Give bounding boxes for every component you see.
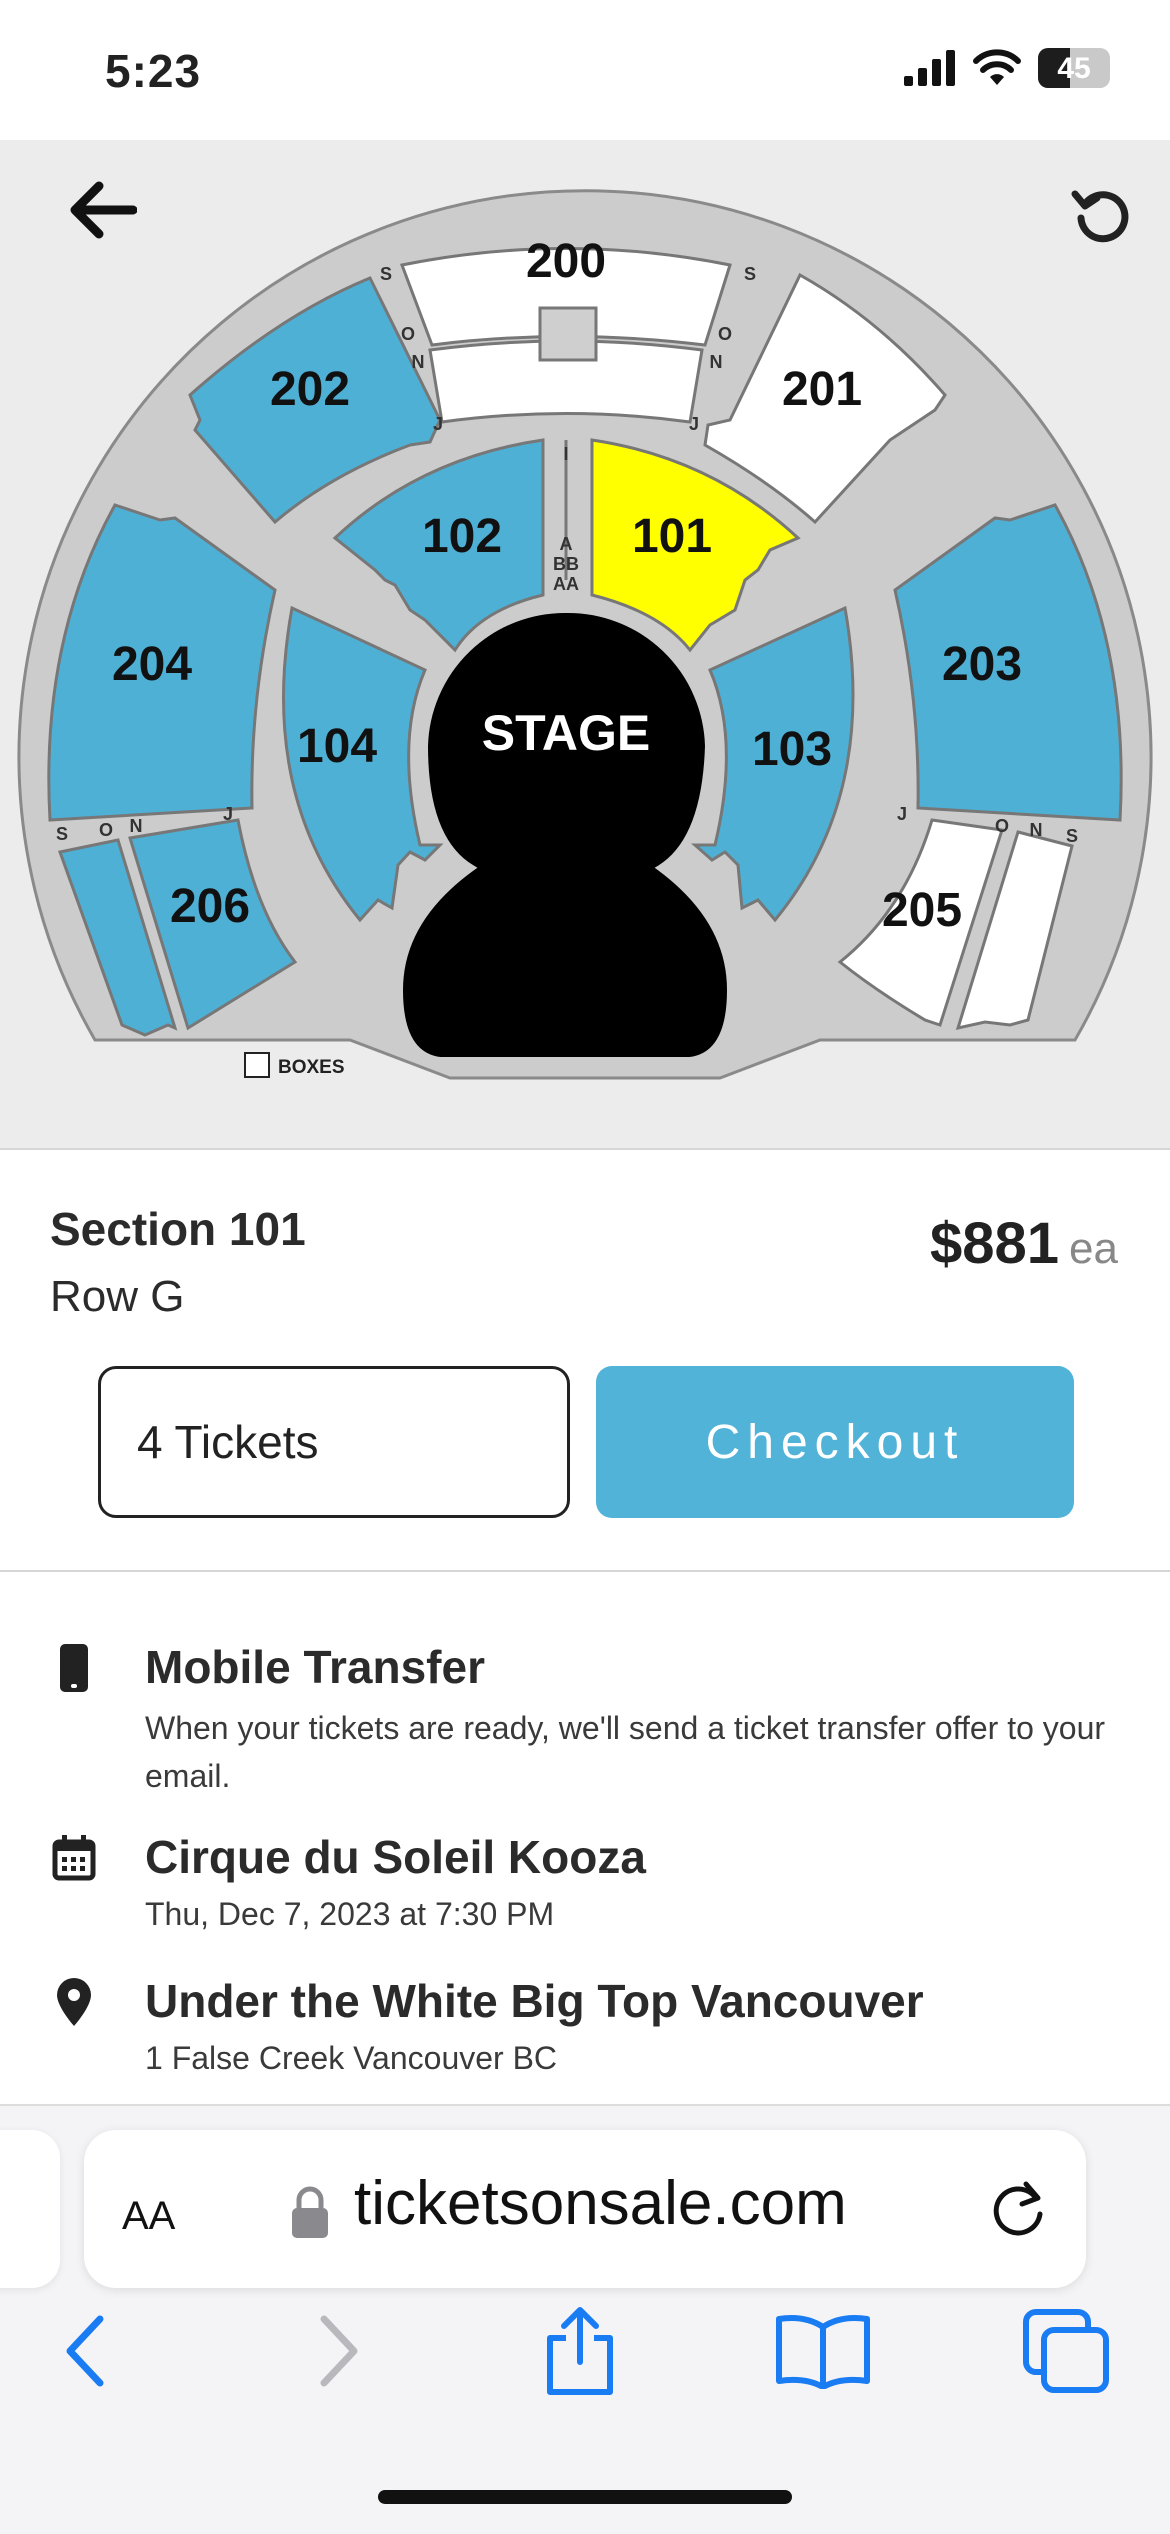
back-button[interactable] (62, 170, 142, 250)
row-label-i: I (563, 444, 568, 464)
rotate-icon (1071, 190, 1129, 243)
tabs-icon (1023, 2309, 1109, 2393)
label-203: 203 (942, 638, 1022, 691)
label-200: 200 (526, 235, 606, 288)
row-label-n: N (710, 352, 723, 372)
status-bar: 5:23 45 (0, 0, 1170, 140)
stage-label: STAGE (482, 705, 651, 761)
seat-map-area: 200 202 201 204 203 206 205 102 101 104 … (0, 140, 1170, 1150)
price: $881 ea (930, 1210, 1118, 1277)
tabs-button[interactable] (1012, 2296, 1122, 2406)
label-101: 101 (632, 510, 712, 563)
label-201: 201 (782, 363, 862, 416)
browser-nav (0, 2296, 1170, 2446)
battery-percent: 45 (1057, 52, 1091, 85)
row-label-j: J (689, 414, 699, 434)
row-label-s: S (56, 824, 68, 844)
label-204: 204 (112, 638, 192, 691)
text-size-button[interactable]: AA (122, 2180, 175, 2242)
stage (396, 606, 734, 1063)
lock-icon (292, 2186, 328, 2238)
row-label-j: J (897, 804, 907, 824)
chevron-right-icon (320, 2315, 358, 2387)
row-label-s: S (1066, 826, 1078, 846)
reload-icon[interactable] (986, 2176, 1050, 2240)
cellular-signal-icon (904, 50, 955, 86)
back-nav-button[interactable] (30, 2296, 140, 2406)
ticket-quantity-select[interactable]: 4 Tickets (98, 1366, 570, 1518)
info-title: Mobile Transfer (145, 1641, 485, 1693)
row-label-n: N (1030, 820, 1043, 840)
home-indicator (378, 2490, 792, 2504)
row-label-aa: AA (553, 574, 579, 594)
bookmarks-button[interactable] (768, 2296, 878, 2406)
row-label-o: O (995, 816, 1009, 836)
status-icons: 45 (904, 48, 1110, 88)
url-text: ticketsonsale.com (354, 2169, 847, 2238)
forward-nav-button[interactable] (284, 2296, 394, 2406)
row-label-s: S (380, 264, 392, 284)
info-subtitle: When your tickets are ready, we'll send … (145, 1710, 1106, 1794)
chevron-left-icon (66, 2315, 104, 2387)
info-title: Under the White Big Top Vancouver (145, 1975, 924, 2027)
ticket-panel: Section 101 Row G $881 ea 4 Tickets Check… (0, 1150, 1170, 1572)
row-label-s: S (744, 264, 756, 284)
phone-icon (50, 1644, 98, 1692)
row-title: Row G (50, 1272, 185, 1321)
row-label-j: J (223, 804, 233, 824)
row-label-n: N (130, 816, 143, 836)
price-value: $881 (930, 1211, 1060, 1276)
row-label-o: O (401, 324, 415, 344)
seat-map: 200 202 201 204 203 206 205 102 101 104 … (17, 189, 1153, 1080)
location-pin-icon (50, 1978, 98, 2026)
share-icon (547, 2307, 613, 2395)
text-size-label: AA (122, 2194, 176, 2238)
wifi-icon (973, 49, 1021, 85)
row-label-j: J (433, 414, 443, 434)
label-205: 205 (882, 884, 962, 937)
price-unit: ea (1069, 1224, 1118, 1273)
boxes-legend-icon (244, 1052, 270, 1078)
browser-toolbar: AA ticketsonsale.com (0, 2104, 1170, 2534)
previous-tab-peek[interactable] (0, 2130, 60, 2288)
label-104: 104 (297, 720, 377, 773)
label-103: 103 (752, 723, 832, 776)
status-time: 5:23 (105, 45, 202, 97)
info-title: Cirque du Soleil Kooza (145, 1831, 646, 1883)
checkout-button[interactable]: Checkout (596, 1366, 1074, 1518)
calendar-icon (50, 1834, 98, 1882)
info-subtitle: Thu, Dec 7, 2023 at 7:30 PM (145, 1896, 555, 1932)
book-icon (776, 2315, 870, 2389)
info-subtitle: 1 False Creek Vancouver BC (145, 2040, 558, 2076)
label-102: 102 (422, 510, 502, 563)
row-label-o: O (99, 820, 113, 840)
reset-map-button[interactable] (1062, 175, 1142, 255)
section-200-box (538, 306, 598, 362)
row-label-n: N (412, 352, 425, 372)
address-bar[interactable]: AA ticketsonsale.com (84, 2130, 1086, 2288)
arrow-left-icon (70, 181, 137, 239)
row-label-a: A (560, 534, 573, 554)
row-label-bb: BB (553, 554, 579, 574)
battery-icon: 45 (1038, 48, 1110, 88)
label-206: 206 (170, 880, 250, 933)
share-button[interactable] (525, 2296, 635, 2406)
label-202: 202 (270, 363, 350, 416)
boxes-legend-label: BOXES (278, 1057, 345, 1078)
section-title: Section 101 (50, 1203, 306, 1255)
row-label-o: O (718, 324, 732, 344)
